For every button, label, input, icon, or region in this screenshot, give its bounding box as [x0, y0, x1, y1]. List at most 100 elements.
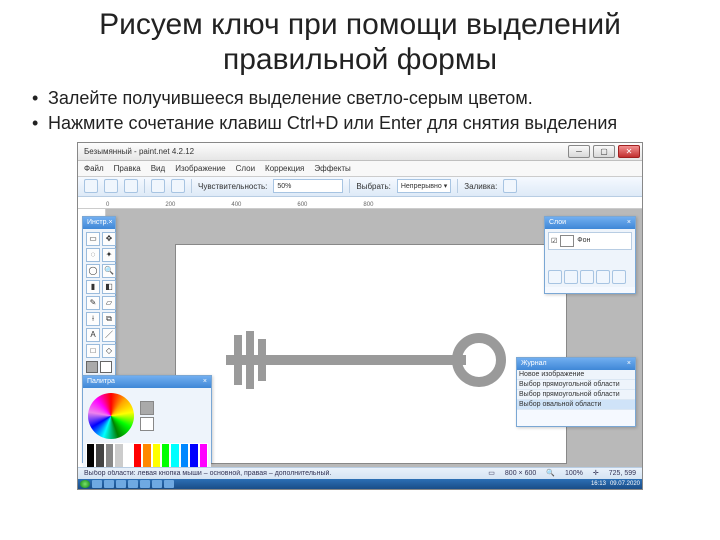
- checkbox-icon[interactable]: ☑: [551, 237, 557, 245]
- delete-layer-button[interactable]: [564, 270, 578, 284]
- text-tool-icon[interactable]: A: [86, 328, 100, 342]
- taskbar-icon[interactable]: [92, 480, 102, 488]
- status-hint: Выбор области: левая кнопка мыши – основ…: [84, 470, 478, 477]
- menu-item[interactable]: Файл: [84, 164, 104, 173]
- brush-tool-icon[interactable]: ✎: [86, 296, 100, 310]
- color-wheel[interactable]: [88, 393, 134, 439]
- gradient-tool-icon[interactable]: ◧: [102, 280, 116, 294]
- tools-grid: ▭ ✥ ◌ ✦ ◯ 🔍 ▮ ◧ ✎ ▱ ⟊ ⧉ A ／ □ ◇: [86, 232, 112, 358]
- panel-close-icon[interactable]: ×: [627, 219, 631, 226]
- eraser-tool-icon[interactable]: ▱: [102, 296, 116, 310]
- cursor-icon: ✛: [593, 469, 599, 477]
- bullet-item: Нажмите сочетание клавиш Ctrl+D или Ente…: [48, 112, 690, 135]
- background-color[interactable]: [100, 361, 112, 373]
- wand-tool-icon[interactable]: ✦: [102, 248, 116, 262]
- taskbar-icon[interactable]: [116, 480, 126, 488]
- ruler-mark: 800: [363, 202, 373, 208]
- rect-select-tool-icon[interactable]: ▭: [86, 232, 100, 246]
- line-tool-icon[interactable]: ／: [102, 328, 116, 342]
- taskbar-icon[interactable]: [104, 480, 114, 488]
- merge-layer-button[interactable]: [596, 270, 610, 284]
- layers-panel[interactable]: Слои× ☑ Фон: [544, 216, 636, 294]
- ruler-horizontal: 0 200 400 600 800: [78, 197, 642, 209]
- menu-item[interactable]: Коррекция: [265, 164, 304, 173]
- separator: [349, 179, 350, 193]
- rect-tool-icon[interactable]: □: [86, 344, 100, 358]
- separator: [457, 179, 458, 193]
- screenshot: Безымянный - paint.net 4.2.12 ─ ▢ ✕ Файл…: [77, 142, 643, 490]
- mode-value: Непрерывно: [401, 183, 442, 190]
- tool-button[interactable]: [171, 179, 185, 193]
- mode-dropdown[interactable]: Непрерывно▾: [397, 179, 451, 193]
- status-bar: Выбор области: левая кнопка мыши – основ…: [78, 467, 642, 479]
- tolerance-value: 50%: [277, 183, 291, 190]
- minimize-button[interactable]: ─: [568, 145, 590, 158]
- menu-item[interactable]: Вид: [151, 164, 165, 173]
- history-item[interactable]: Выбор прямоугольной области: [517, 390, 635, 400]
- shape-tool-icon[interactable]: ◇: [102, 344, 116, 358]
- menu-item[interactable]: Правка: [114, 164, 141, 173]
- primary-color-box[interactable]: [140, 401, 154, 415]
- layer-props-button[interactable]: [612, 270, 626, 284]
- mode-label: Выбрать:: [356, 182, 390, 191]
- cursor-coords: 725, 599: [609, 470, 636, 477]
- panel-title: Журнал: [521, 360, 547, 367]
- taskbar-icon[interactable]: [164, 480, 174, 488]
- tool-button[interactable]: [104, 179, 118, 193]
- close-button[interactable]: ✕: [618, 145, 640, 158]
- toolbar: Чувствительность: 50% Выбрать: Непрерывн…: [78, 177, 642, 197]
- lasso-tool-icon[interactable]: ◌: [86, 248, 100, 262]
- taskbar-icon[interactable]: [128, 480, 138, 488]
- foreground-color[interactable]: [86, 361, 98, 373]
- move-tool-icon[interactable]: ✥: [102, 232, 116, 246]
- menu-bar: Файл Правка Вид Изображение Слои Коррекц…: [78, 161, 642, 177]
- panel-close-icon[interactable]: ×: [203, 378, 207, 385]
- tools-panel[interactable]: Инстр.× ▭ ✥ ◌ ✦ ◯ 🔍 ▮ ◧ ✎ ▱ ⟊ ⧉ A ／: [82, 216, 116, 377]
- tool-button[interactable]: [151, 179, 165, 193]
- separator: [144, 179, 145, 193]
- canvas[interactable]: [176, 245, 566, 463]
- add-layer-button[interactable]: [548, 270, 562, 284]
- panel-title: Инстр.: [87, 219, 108, 226]
- maximize-button[interactable]: ▢: [593, 145, 615, 158]
- bullet-list: Залейте получившееся выделение светло-се…: [30, 87, 690, 136]
- menu-item[interactable]: Изображение: [175, 164, 225, 173]
- menu-item[interactable]: Слои: [236, 164, 255, 173]
- menu-item[interactable]: Эффекты: [314, 164, 350, 173]
- ellipse-select-tool-icon[interactable]: ◯: [86, 264, 100, 278]
- zoom-level: 100%: [565, 470, 583, 477]
- clock-time: 16:13: [591, 481, 606, 487]
- system-clock[interactable]: 16:13 09.07.2020: [591, 481, 640, 487]
- layer-row[interactable]: ☑ Фон: [548, 232, 632, 250]
- taskbar-icon[interactable]: [140, 480, 150, 488]
- flood-label: Заливка:: [464, 182, 497, 191]
- zoom-tool-icon[interactable]: 🔍: [102, 264, 116, 278]
- history-item[interactable]: Выбор прямоугольной области: [517, 380, 635, 390]
- tool-button[interactable]: [84, 179, 98, 193]
- start-button[interactable]: [80, 480, 90, 488]
- panel-close-icon[interactable]: ×: [627, 360, 631, 367]
- taskbar-icon[interactable]: [152, 480, 162, 488]
- duplicate-layer-button[interactable]: [580, 270, 594, 284]
- secondary-color-box[interactable]: [140, 417, 154, 431]
- picker-tool-icon[interactable]: ⟊: [86, 312, 100, 326]
- key-drawing: [226, 329, 506, 389]
- history-panel[interactable]: Журнал × Новое изображение Выбор прямоуго…: [516, 357, 636, 427]
- clone-tool-icon[interactable]: ⧉: [102, 312, 116, 326]
- slide-title: Рисуем ключ при помощи выделений правиль…: [30, 8, 690, 77]
- palette-panel[interactable]: Палитра×: [82, 375, 212, 463]
- ruler-mark: 400: [231, 202, 241, 208]
- window-title: Безымянный - paint.net 4.2.12: [84, 147, 194, 156]
- panel-close-icon[interactable]: ×: [108, 219, 112, 226]
- zoom-icon: 🔍: [546, 469, 555, 477]
- tool-button[interactable]: [124, 179, 138, 193]
- tolerance-label: Чувствительность:: [198, 182, 267, 191]
- bullet-item: Залейте получившееся выделение светло-се…: [48, 87, 690, 110]
- history-item[interactable]: Выбор овальной области: [517, 400, 635, 410]
- bucket-tool-icon[interactable]: ▮: [86, 280, 100, 294]
- history-item[interactable]: Новое изображение: [517, 370, 635, 380]
- flood-button[interactable]: [503, 179, 517, 193]
- separator: [191, 179, 192, 193]
- ruler-mark: 600: [297, 202, 307, 208]
- tolerance-slider[interactable]: 50%: [273, 179, 343, 193]
